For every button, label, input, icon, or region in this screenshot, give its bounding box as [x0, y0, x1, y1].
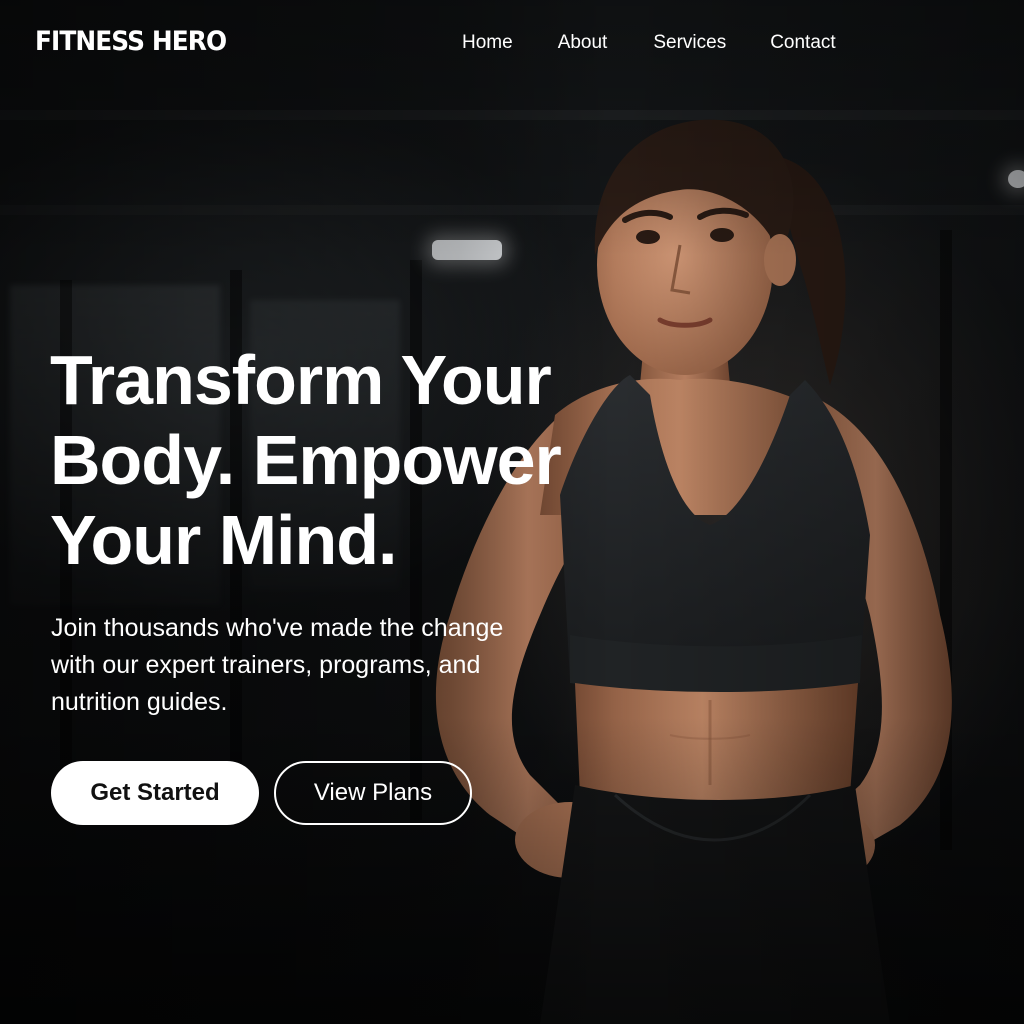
- top-navigation: FITNESS HERO Home About Services Contact: [0, 0, 1024, 86]
- nav-link-services[interactable]: Services: [653, 32, 726, 54]
- nav-link-home[interactable]: Home: [462, 32, 513, 54]
- hero-section: FITNESS HERO Home About Services Contact…: [0, 0, 1024, 1024]
- main-nav: Home About Services Contact: [462, 32, 836, 54]
- hero-headline: Transform Your Body. Empower Your Mind.: [50, 341, 562, 579]
- brand-logo[interactable]: FITNESS HERO: [35, 26, 227, 57]
- nav-link-contact[interactable]: Contact: [770, 32, 835, 54]
- nav-link-about[interactable]: About: [558, 32, 608, 54]
- view-plans-button[interactable]: View Plans: [274, 761, 472, 825]
- hero-subtext: Join thousands who've made the change wi…: [51, 614, 504, 716]
- get-started-button[interactable]: Get Started: [51, 761, 259, 825]
